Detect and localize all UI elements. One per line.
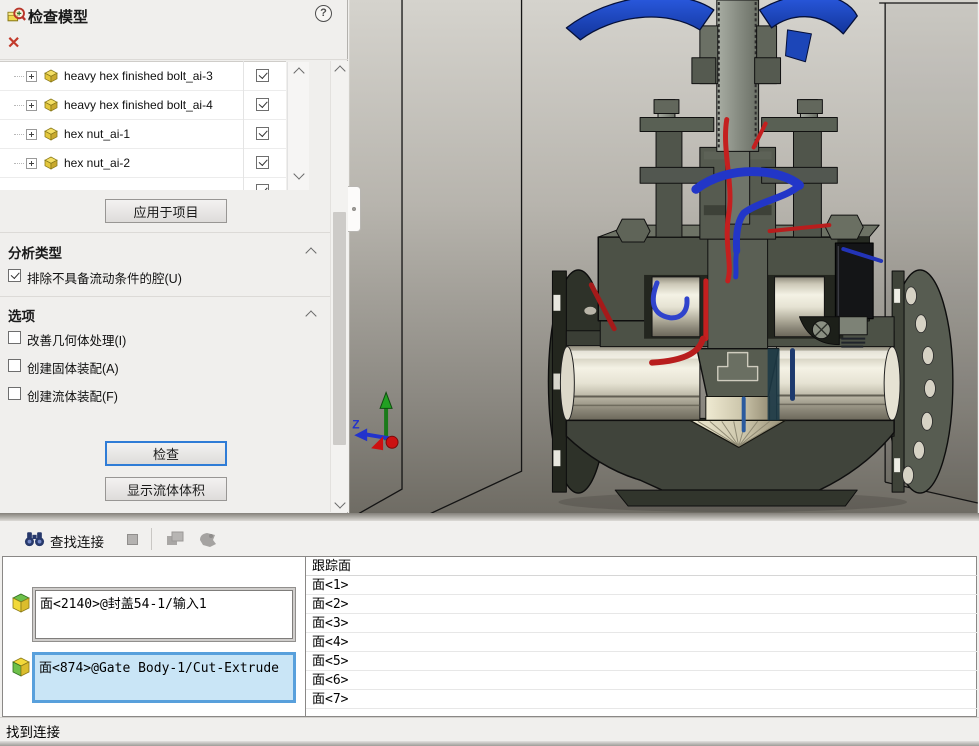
- tree-guide: [14, 105, 24, 106]
- create-solid-assembly-label[interactable]: 创建固体装配(A): [27, 358, 119, 377]
- analysis-type-title: 分析类型: [8, 242, 62, 262]
- help-icon[interactable]: ?: [315, 5, 332, 22]
- track-face-row[interactable]: 面<2>: [306, 595, 977, 614]
- scrollbar-thumb[interactable]: [333, 212, 346, 445]
- tree-item-checkbox[interactable]: [256, 127, 269, 140]
- scroll-down-icon[interactable]: [334, 497, 345, 508]
- close-icon[interactable]: ✕: [7, 35, 25, 53]
- status-text: 找到连接: [6, 721, 60, 741]
- part-icon: [43, 69, 59, 83]
- tree-guide: [14, 76, 24, 77]
- tree-scrollbar[interactable]: [287, 62, 309, 190]
- tree-item-label[interactable]: hex nut_ai-2: [64, 156, 130, 170]
- improve-geometry-label[interactable]: 改善几何体处理(I): [27, 330, 126, 349]
- tree-guide: [14, 163, 24, 164]
- scroll-up-icon[interactable]: [334, 65, 345, 76]
- tree-item-label[interactable]: hex nut_ai-1: [64, 127, 130, 141]
- horizontal-splitter[interactable]: [0, 513, 979, 521]
- tree-item-checkbox[interactable]: [256, 156, 269, 169]
- check-model-icon: [7, 6, 26, 30]
- graphics-viewport: Z: [348, 0, 979, 513]
- selection-field-1[interactable]: 面<2140>@封盖54-1/输入1: [32, 587, 296, 642]
- stop-icon[interactable]: [127, 534, 138, 545]
- tree-checkbox-divider: [243, 61, 244, 190]
- check-button[interactable]: 检查: [105, 441, 227, 466]
- window-resize-edge[interactable]: [0, 741, 979, 746]
- find-connections-title: 查找连接: [50, 531, 104, 551]
- expand-icon[interactable]: [26, 71, 37, 82]
- divider: [0, 59, 348, 60]
- apply-to-project-button[interactable]: 应用于项目: [105, 199, 227, 223]
- collapse-section-icon[interactable]: [305, 310, 316, 321]
- tree-item-checkbox[interactable]: [256, 69, 269, 82]
- find-connections-toolbar: 查找连接: [0, 521, 979, 555]
- exclude-cavities-label[interactable]: 排除不具备流动条件的腔(U): [27, 268, 182, 287]
- part-icon: [43, 127, 59, 141]
- face-cube-icon: [11, 657, 31, 677]
- track-face-row[interactable]: 面<5>: [306, 652, 977, 671]
- track-face-row[interactable]: 面<6>: [306, 671, 977, 690]
- collapse-section-icon[interactable]: [305, 247, 316, 258]
- exclude-cavities-checkbox[interactable]: [8, 269, 21, 282]
- create-fluid-assembly-label[interactable]: 创建流体装配(F): [27, 386, 118, 405]
- copy-icon-disabled[interactable]: [164, 530, 187, 548]
- panel-title: 检查模型: [28, 6, 88, 27]
- binoculars-icon: [24, 530, 45, 547]
- solidworks-window: 检查模型 ? ✕ heavy hex finished bolt_ai-3 he…: [0, 0, 979, 746]
- panel-flyout-tab[interactable]: [348, 186, 361, 232]
- scroll-up-icon[interactable]: [293, 67, 304, 78]
- 3d-view[interactable]: Z: [348, 0, 979, 513]
- track-face-row[interactable]: 面<7>: [306, 690, 977, 709]
- track-faces-list: 跟踪面 面<1> 面<2> 面<3> 面<4> 面<5> 面<6> 面<7>: [306, 557, 977, 716]
- toolbar-separator: [151, 528, 152, 550]
- selection-field-1-text[interactable]: 面<2140>@封盖54-1/输入1: [35, 590, 293, 639]
- tree-item-checkbox[interactable]: [256, 184, 269, 190]
- check-model-panel: 检查模型 ? ✕ heavy hex finished bolt_ai-3 he…: [0, 0, 348, 513]
- part-icon: [43, 98, 59, 112]
- show-fluid-volume-button[interactable]: 显示流体体积: [105, 477, 227, 501]
- track-face-row[interactable]: 面<1>: [306, 576, 977, 595]
- tool-icon-disabled[interactable]: [196, 530, 219, 548]
- triad-z-label: Z: [352, 417, 359, 431]
- create-fluid-assembly-checkbox[interactable]: [8, 387, 21, 400]
- part-icon: [43, 156, 59, 170]
- expand-icon[interactable]: [26, 158, 37, 169]
- flyout-handle-dot: [352, 207, 356, 211]
- status-bar: 找到连接: [0, 717, 979, 741]
- selection-field-2-text[interactable]: 面<874>@Gate Body-1/Cut-Extrude: [35, 655, 293, 700]
- create-solid-assembly-checkbox[interactable]: [8, 359, 21, 372]
- find-connections-panel: 查找连接 面<2140>@封盖54-1/输入1 面<874>@Gate Body…: [0, 521, 979, 741]
- selection-field-2[interactable]: 面<874>@Gate Body-1/Cut-Extrude: [32, 652, 296, 703]
- improve-geometry-checkbox[interactable]: [8, 331, 21, 344]
- divider: [0, 232, 330, 233]
- expand-icon[interactable]: [26, 100, 37, 111]
- tree-item-label[interactable]: heavy hex finished bolt_ai-3: [64, 69, 213, 83]
- find-connections-body: 面<2140>@封盖54-1/输入1 面<874>@Gate Body-1/Cu…: [2, 556, 977, 717]
- options-title: 选项: [8, 305, 35, 325]
- tree-guide: [14, 134, 24, 135]
- tree-item-label[interactable]: heavy hex finished bolt_ai-4: [64, 98, 213, 112]
- track-face-row[interactable]: 面<4>: [306, 633, 977, 652]
- expand-icon[interactable]: [26, 129, 37, 140]
- scroll-down-icon[interactable]: [293, 168, 304, 179]
- tree-item-checkbox[interactable]: [256, 98, 269, 111]
- track-faces-header: 跟踪面: [306, 557, 977, 576]
- face-cube-icon: [11, 593, 31, 613]
- panel-scrollbar[interactable]: [330, 61, 348, 512]
- divider: [0, 296, 330, 297]
- track-face-row[interactable]: 面<3>: [306, 614, 977, 633]
